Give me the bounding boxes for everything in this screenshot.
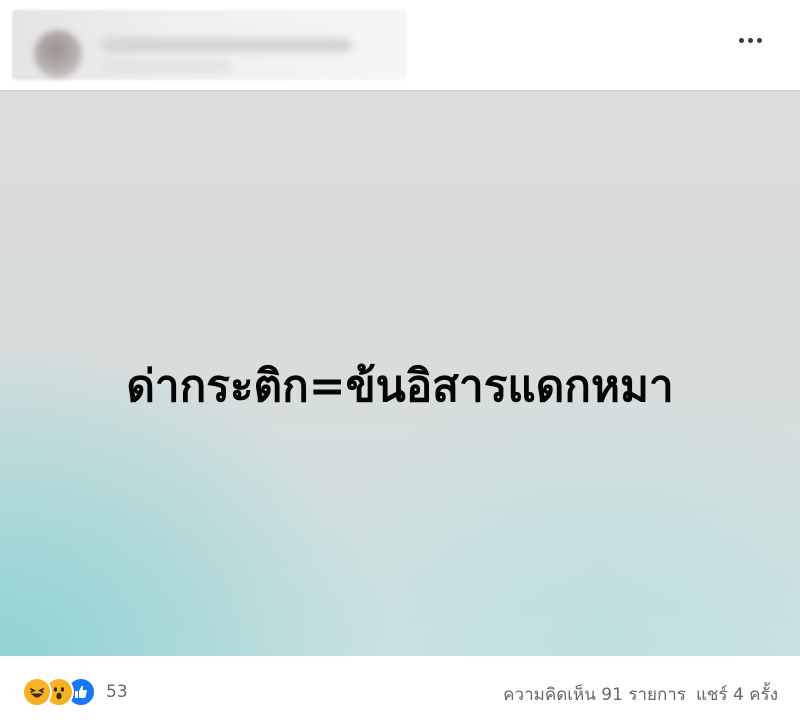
- haha-emoji-icon: [22, 677, 52, 707]
- reaction-count: 53: [106, 682, 128, 702]
- post-stats: ความคิดเห็น 91 รายการ แชร์ 4 ครั้ง: [503, 681, 778, 708]
- post-footer: 53 ความคิดเห็น 91 รายการ แชร์ 4 ครั้ง: [0, 656, 800, 723]
- more-options-button[interactable]: [728, 22, 772, 58]
- post-text: ด่ากระติก=ข้นอิสารแดกหมา: [126, 361, 674, 412]
- author-name-blurred[interactable]: [102, 38, 352, 52]
- comments-count-link[interactable]: ความคิดเห็น 91 รายการ: [503, 681, 686, 708]
- reactions-summary[interactable]: 53: [22, 677, 128, 707]
- post-header: [0, 0, 800, 90]
- avatar[interactable]: [34, 30, 82, 78]
- post-meta-blurred: [102, 62, 232, 72]
- author-info-blurred: [12, 10, 407, 80]
- more-horizontal-icon: [738, 37, 762, 43]
- shares-count-link[interactable]: แชร์ 4 ครั้ง: [696, 681, 778, 708]
- post-background-card: ด่ากระติก=ข้นอิสารแดกหมา: [0, 90, 800, 656]
